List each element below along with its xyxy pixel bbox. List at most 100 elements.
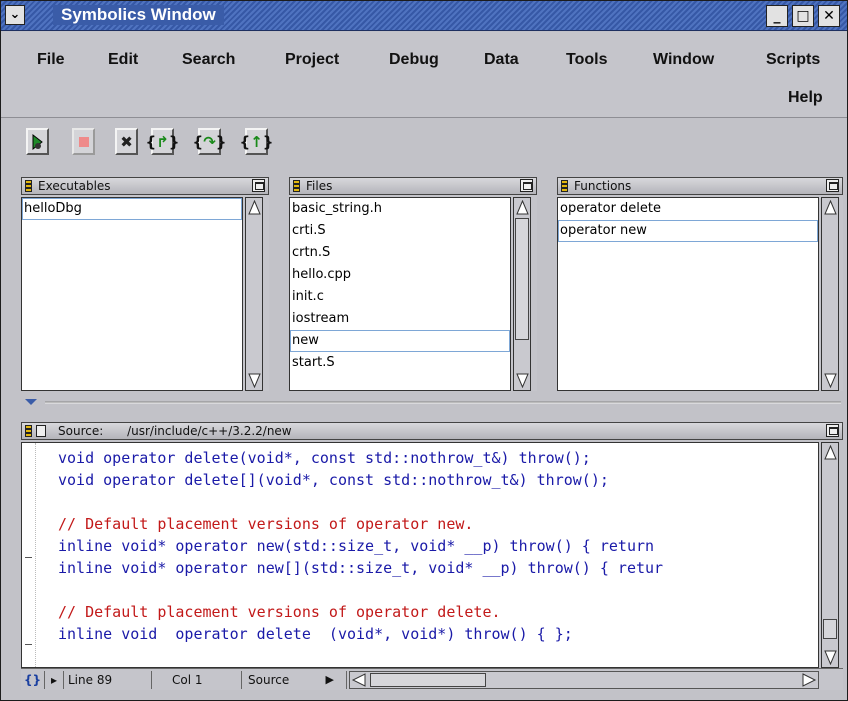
executables-header: Executables bbox=[21, 177, 269, 195]
scroll-thumb[interactable] bbox=[823, 619, 837, 639]
line-gutter[interactable] bbox=[22, 443, 36, 667]
menu-tools[interactable]: Tools bbox=[566, 51, 607, 69]
maximize-pane-icon[interactable] bbox=[520, 179, 533, 192]
files-scrollbar[interactable] bbox=[513, 197, 531, 391]
list-item-function-selected[interactable]: operator new bbox=[558, 220, 818, 242]
functions-scrollbar[interactable] bbox=[821, 197, 839, 391]
source-vscrollbar[interactable] bbox=[821, 442, 839, 668]
line-indicator[interactable]: Line 89 bbox=[63, 671, 149, 689]
executables-scrollbar[interactable] bbox=[245, 197, 263, 391]
source-code-line: inline void* operator new[](std::size_t,… bbox=[58, 559, 664, 577]
maximize-pane-icon[interactable] bbox=[252, 179, 265, 192]
menu-bar: File Edit Search Project Debug Data Tool… bbox=[1, 32, 847, 118]
functions-title: Functions bbox=[574, 179, 632, 193]
scroll-thumb[interactable] bbox=[515, 218, 529, 340]
menu-file[interactable]: File bbox=[37, 51, 65, 69]
list-item-function[interactable]: operator delete bbox=[558, 198, 818, 220]
executables-title: Executables bbox=[38, 179, 111, 193]
list-item-helloDbg[interactable]: helloDbg bbox=[22, 198, 242, 220]
source-code-line: void operator delete[](void*, const std:… bbox=[58, 471, 609, 489]
source-doc-icon bbox=[36, 425, 46, 437]
scroll-up-icon[interactable] bbox=[824, 200, 837, 215]
view-mode-label: Source bbox=[248, 673, 290, 687]
window-title: Symbolics Window bbox=[53, 5, 224, 25]
title-bar[interactable]: ⌄ Symbolics Window _ □ ✕ bbox=[1, 1, 847, 31]
run-debug-button[interactable] bbox=[26, 128, 49, 155]
debugger-window: ⌄ Symbolics Window _ □ ✕ File Edit Searc… bbox=[0, 0, 848, 701]
list-item-file[interactable]: crti.S bbox=[290, 220, 510, 242]
step-out-button[interactable]: {↑} bbox=[240, 128, 273, 155]
scroll-left-icon[interactable] bbox=[351, 672, 367, 688]
view-mode-dropdown-icon: ▶ bbox=[325, 673, 334, 686]
pane-splitter[interactable] bbox=[5, 393, 845, 415]
list-item-file[interactable]: init.c bbox=[290, 286, 510, 308]
brace-matching-icon[interactable]: {} bbox=[21, 671, 45, 689]
list-item-file-selected[interactable]: new bbox=[290, 330, 510, 352]
column-indicator[interactable]: Col 1 bbox=[151, 671, 241, 689]
functions-header: Functions bbox=[557, 177, 843, 195]
minimize-button[interactable]: _ bbox=[766, 5, 788, 27]
window-menu-chevron-icon[interactable]: ⌄ bbox=[5, 5, 25, 25]
list-item-file[interactable]: hello.cpp bbox=[290, 264, 510, 286]
scroll-up-icon[interactable] bbox=[516, 200, 529, 215]
scroll-up-icon[interactable] bbox=[248, 200, 261, 215]
run-debug-icon bbox=[32, 133, 43, 150]
source-comment-line: // Default placement versions of operato… bbox=[58, 515, 474, 533]
kill-button[interactable]: ✖ bbox=[115, 128, 138, 155]
splitter-chevron-icon bbox=[25, 399, 841, 405]
source-code-line: inline void operator delete (void*, void… bbox=[58, 625, 573, 643]
stop-icon bbox=[78, 136, 89, 147]
source-pane: Source: /usr/include/c++/3.2.2/new void … bbox=[21, 422, 843, 668]
menu-scripts[interactable]: Scripts bbox=[766, 51, 820, 69]
menu-window[interactable]: Window bbox=[653, 51, 714, 69]
functions-list: operator delete operator new bbox=[557, 197, 819, 391]
maximize-pane-icon[interactable] bbox=[826, 179, 839, 192]
kill-icon: ✖ bbox=[120, 132, 133, 151]
executables-list: helloDbg bbox=[21, 197, 243, 391]
maximize-pane-icon[interactable] bbox=[826, 424, 839, 437]
source-code-line: inline void* operator new(std::size_t, v… bbox=[58, 537, 655, 555]
source-hscrollbar[interactable] bbox=[349, 671, 819, 689]
list-item-file[interactable]: start.S bbox=[290, 352, 510, 374]
source-code-line: void operator delete(void*, const std::n… bbox=[58, 449, 591, 467]
source-code-view[interactable]: void operator delete(void*, const std::n… bbox=[21, 442, 819, 668]
lock-icon[interactable] bbox=[25, 425, 32, 437]
list-item-file[interactable]: crtn.S bbox=[290, 242, 510, 264]
scroll-right-icon[interactable] bbox=[801, 672, 817, 688]
lock-icon[interactable] bbox=[25, 180, 32, 192]
status-triangle-icon[interactable]: ▸ bbox=[47, 671, 61, 689]
scroll-up-icon[interactable] bbox=[824, 445, 837, 460]
scroll-down-icon[interactable] bbox=[824, 650, 837, 665]
close-button[interactable]: ✕ bbox=[818, 5, 840, 27]
hscroll-thumb[interactable] bbox=[370, 673, 486, 687]
files-title: Files bbox=[306, 179, 333, 193]
stop-button[interactable] bbox=[72, 128, 95, 155]
list-item-file[interactable]: iostream bbox=[290, 308, 510, 330]
source-comment-line: // Default placement versions of operato… bbox=[58, 603, 501, 621]
executables-pane: Executables helloDbg bbox=[21, 177, 269, 391]
menu-search[interactable]: Search bbox=[182, 51, 235, 69]
scroll-down-icon[interactable] bbox=[248, 373, 261, 388]
lock-icon[interactable] bbox=[293, 180, 300, 192]
source-label: Source: bbox=[58, 424, 104, 438]
menu-debug[interactable]: Debug bbox=[389, 51, 439, 69]
step-over-icon: {↷} bbox=[192, 132, 227, 151]
source-header: Source: /usr/include/c++/3.2.2/new bbox=[21, 422, 843, 440]
menu-project[interactable]: Project bbox=[285, 51, 339, 69]
list-item-file[interactable]: basic_string.h bbox=[290, 198, 510, 220]
step-out-icon: {↑} bbox=[239, 132, 274, 151]
files-pane: Files basic_string.h crti.S crtn.S hello… bbox=[289, 177, 537, 391]
maximize-button[interactable]: □ bbox=[792, 5, 814, 27]
menu-help[interactable]: Help bbox=[788, 89, 823, 107]
step-into-button[interactable]: {↱} bbox=[146, 128, 179, 155]
files-list: basic_string.h crti.S crtn.S hello.cpp i… bbox=[289, 197, 511, 391]
view-mode-selector[interactable]: Source ▶ bbox=[241, 671, 347, 689]
menu-edit[interactable]: Edit bbox=[108, 51, 138, 69]
functions-pane: Functions operator delete operator new bbox=[557, 177, 843, 391]
scroll-down-icon[interactable] bbox=[516, 373, 529, 388]
scroll-down-icon[interactable] bbox=[824, 373, 837, 388]
lock-icon[interactable] bbox=[561, 180, 568, 192]
status-bar: {} ▸ Line 89 Col 1 Source ▶ bbox=[21, 668, 843, 690]
step-over-button[interactable]: {↷} bbox=[193, 128, 226, 155]
menu-data[interactable]: Data bbox=[484, 51, 519, 69]
